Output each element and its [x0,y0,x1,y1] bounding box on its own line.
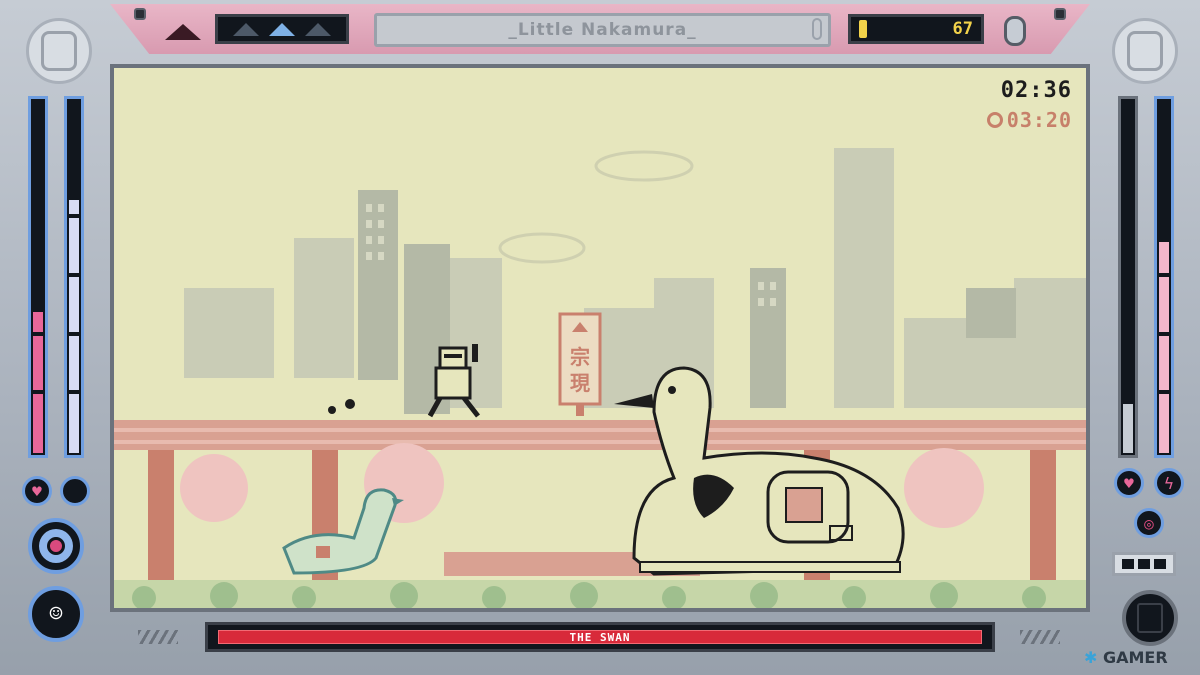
player-face-icon [41,31,77,71]
title-cap-right [812,18,822,40]
sign-char-2: 現 [570,371,590,395]
game-scene: 宗 現 [114,148,1086,608]
cloud [594,150,694,182]
coin-icon [859,20,867,38]
clock-icon [986,112,1003,128]
meter-segment-divider [1159,273,1169,277]
segment [1138,559,1150,569]
segment-indicator [1112,552,1176,576]
boss-health-meter [1154,96,1174,458]
coin-counter: 67 [848,14,984,44]
ring-icon: ◎ [1134,508,1164,538]
stage-timer: 02:36 [1000,78,1072,103]
level-title-text: _Little Nakamura_ [508,20,697,40]
boss-health-bar: THE SWAN [205,622,995,652]
meter-segment-divider [1123,390,1133,394]
sign-char-1: 宗 [570,345,590,369]
vent-left [138,630,178,644]
boss-shield-meter [1118,96,1138,458]
meter-segment-divider [1123,332,1133,336]
boss-face-icon [1127,31,1163,71]
meter-segment-divider [69,390,79,394]
rail-stripe [114,428,1086,432]
player-health-meter [28,96,48,458]
meter-segment-divider [33,273,43,277]
meter-segment-divider [1159,214,1169,218]
console-frame: _Little Nakamura_ 67 ♥ ☺ ♥ ϟ ◎ THE SWAN … [0,0,1200,675]
vent-right [1020,630,1060,644]
meter-segment-divider [1123,214,1133,218]
segment [1154,559,1166,569]
meter-segment-divider [33,156,43,160]
watermark-logo-icon: ✱ [1084,648,1098,667]
best-time-value: 03:20 [1006,108,1072,132]
meter-segment-divider [33,214,43,218]
player-portrait-icon[interactable]: ☺ [28,586,84,642]
up-arrow-icon [165,24,201,40]
small-swan-boat [282,488,404,575]
player-energy-fill [69,200,79,453]
boss-health-fill: THE SWAN [218,630,982,644]
player-avatar [26,18,92,84]
watermark: ✱ GAMER [1084,648,1168,667]
watermark-text: GAMER [1102,648,1168,667]
best-time: 03:20 [986,108,1072,132]
boss-shield-fill [1123,404,1133,453]
game-screen: 宗 現 02:36 03:20 [110,64,1090,612]
elevated-rail [114,420,1086,450]
sign-post [576,404,584,416]
life-triangle-icon [269,22,295,36]
life-triangle-icon [233,22,259,36]
meter-segment-divider [1159,390,1169,394]
player-energy-meter [64,96,84,458]
heart-icon: ♥ [1114,468,1144,498]
target-icon[interactable] [28,518,84,574]
heart-icon: ♥ [22,476,52,506]
screw [134,8,146,20]
meter-segment-divider [1123,273,1133,277]
lightning-icon: ϟ [1154,468,1184,498]
rail-stripe [114,440,1086,444]
segment [1122,559,1134,569]
meter-segment-divider [1159,156,1169,160]
meter-segment-divider [69,214,79,218]
meter-segment-divider [1159,332,1169,336]
boss-name: THE SWAN [569,630,631,644]
meter-segment-divider [69,156,79,160]
meter-segment-divider [69,332,79,336]
level-title: _Little Nakamura_ [374,13,831,47]
card-icon[interactable] [1122,590,1178,646]
empty-slot-icon [60,476,90,506]
skyline-far [184,148,1086,408]
meter-segment-divider [69,273,79,277]
meter-segment-divider [1123,156,1133,160]
meter-segment-divider [33,332,43,336]
cloud [498,232,586,264]
coin-count: 67 [952,19,973,39]
lives-indicator [215,14,349,44]
life-triangle-icon [305,22,331,36]
screw [1054,8,1066,20]
coin-cap [1004,16,1026,46]
meter-segment-divider [33,390,43,394]
boss-avatar [1112,18,1178,84]
